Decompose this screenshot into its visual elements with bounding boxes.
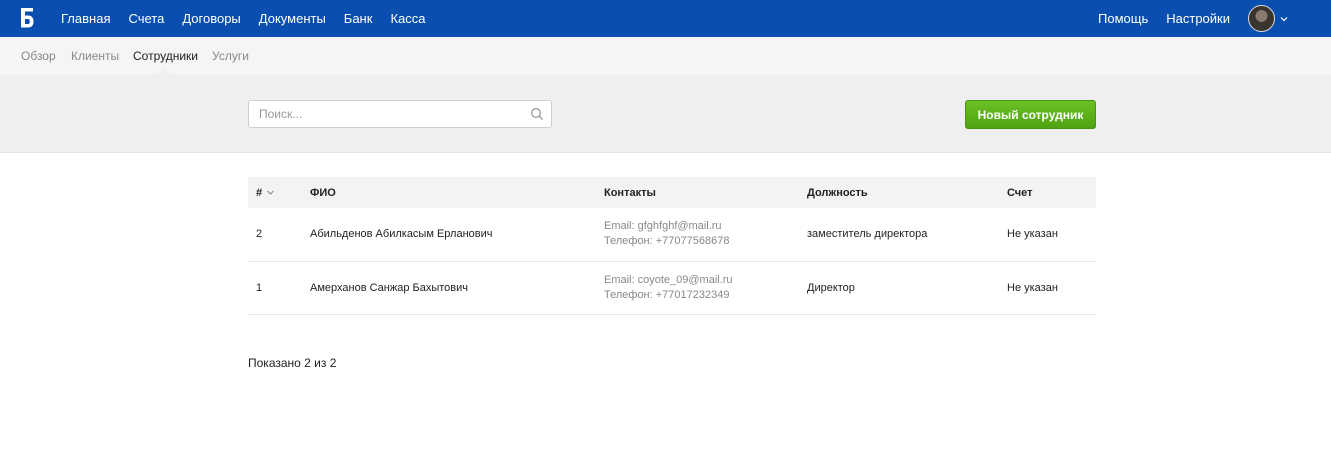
table-row[interactable]: 2 Абильденов Абилкасым Ерланович Email: … (248, 208, 1096, 261)
top-navbar: Главная Счета Договоры Документы Банк Ка… (0, 0, 1331, 37)
cell-number: 1 (256, 281, 263, 294)
contact-email: Email: gfghfghf@mail.ru (604, 220, 722, 233)
cell-name[interactable]: Амерханов Санжар Бахытович (310, 261, 604, 314)
table-row[interactable]: 1 Амерханов Санжар Бахытович Email: coyo… (248, 261, 1096, 314)
column-header-label: # (256, 186, 263, 199)
nav-link-documents[interactable]: Документы (259, 11, 326, 26)
search-icon[interactable] (530, 107, 544, 121)
column-header-name[interactable]: ФИО (310, 177, 604, 208)
settings-link[interactable]: Настройки (1166, 11, 1230, 26)
table-header-row: # ФИО Контакты Должность Счет (248, 177, 1096, 208)
main-nav: Главная Счета Договоры Документы Банк Ка… (61, 0, 443, 37)
contact-email: Email: coyote_09@mail.ru (604, 273, 733, 286)
column-header-position[interactable]: Должность (807, 177, 1007, 208)
shown-count: Показано 2 из 2 (248, 356, 337, 370)
subnav-employees[interactable]: Сотрудники (133, 49, 198, 63)
cell-position: заместитель директора (807, 228, 928, 241)
contact-phone: Телефон: +77077568678 (604, 235, 730, 248)
logo-b-icon[interactable] (19, 6, 35, 30)
subnav-overview[interactable]: Обзор (21, 49, 56, 63)
column-header-account[interactable]: Счет (1007, 177, 1096, 208)
column-header-number[interactable]: # (248, 177, 310, 208)
cell-contacts: Email: coyote_09@mail.ru Телефон: +77017… (604, 261, 807, 314)
search-input[interactable] (249, 101, 519, 127)
toolbar: Новый сотрудник (0, 75, 1331, 153)
cell-account: Не указан (1007, 281, 1058, 294)
sort-chevron-icon[interactable] (266, 188, 275, 197)
nav-link-contracts[interactable]: Договоры (182, 11, 240, 26)
contact-phone: Телефон: +77017232349 (604, 288, 730, 301)
user-menu[interactable] (1248, 5, 1289, 32)
cell-name[interactable]: Абильденов Абилкасым Ерланович (310, 208, 604, 261)
cell-number: 2 (256, 228, 263, 241)
cell-contacts: Email: gfghfghf@mail.ru Телефон: +770775… (604, 208, 807, 261)
subnav-services[interactable]: Услуги (212, 49, 249, 63)
right-nav: Помощь Настройки (1080, 0, 1289, 37)
avatar[interactable] (1248, 5, 1275, 32)
nav-link-bank[interactable]: Банк (344, 11, 373, 26)
new-employee-button[interactable]: Новый сотрудник (965, 100, 1096, 129)
employees-table: # ФИО Контакты Должность Счет 2 Абильден… (248, 177, 1096, 315)
search-box (248, 100, 552, 128)
cell-position: Директор (807, 281, 855, 294)
chevron-down-icon (1280, 16, 1288, 21)
subnav-clients[interactable]: Клиенты (71, 49, 119, 63)
help-link[interactable]: Помощь (1098, 11, 1148, 26)
nav-link-cash[interactable]: Касса (390, 11, 425, 26)
column-header-contacts[interactable]: Контакты (604, 177, 807, 208)
nav-link-invoices[interactable]: Счета (128, 11, 164, 26)
active-tab-caret (157, 68, 171, 75)
sub-nav: Обзор Клиенты Сотрудники Услуги (0, 37, 1331, 75)
cell-account: Не указан (1007, 228, 1058, 241)
nav-link-home[interactable]: Главная (61, 11, 110, 26)
